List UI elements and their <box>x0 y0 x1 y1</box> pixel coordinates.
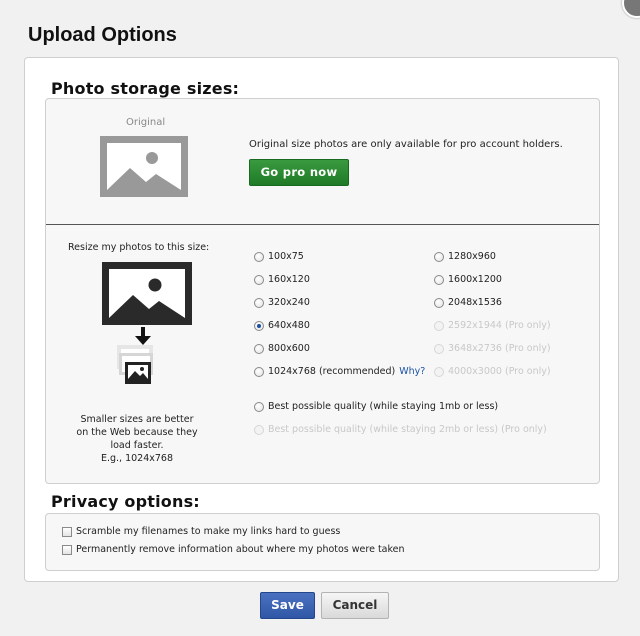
option-label: Scramble my filenames to make my links h… <box>76 526 341 537</box>
option-label: 3648x2736 (Pro only) <box>448 343 551 354</box>
radio-button[interactable] <box>434 274 444 285</box>
go-pro-button[interactable]: Go pro now <box>249 159 349 186</box>
options-panel: Photo storage sizes: Original Original s… <box>24 57 619 582</box>
resize-label: Resize my photos to this size: <box>68 242 210 253</box>
original-label: Original <box>126 117 166 128</box>
radio-button[interactable] <box>254 274 264 285</box>
arrow-down-icon <box>135 327 151 345</box>
save-button[interactable]: Save <box>260 592 315 619</box>
privacy-box: Scramble my filenames to make my links h… <box>45 513 600 571</box>
radio-button-selected[interactable] <box>254 320 264 331</box>
size-option-2592x1944: 2592x1944 (Pro only) <box>434 320 551 331</box>
size-option-3648x2736: 3648x2736 (Pro only) <box>434 343 551 354</box>
option-label: 4000x3000 (Pro only) <box>448 366 551 377</box>
large-photo-icon <box>102 262 192 325</box>
small-photo-stack-icon <box>117 345 153 384</box>
quality-option-1mb[interactable]: Best possible quality (while staying 1mb… <box>254 401 498 412</box>
option-label: 1024x768 (recommended) <box>268 366 396 377</box>
option-label: 640x480 <box>268 320 310 331</box>
original-info-text: Original size photos are only available … <box>249 139 563 150</box>
original-photo-icon <box>100 136 188 197</box>
checkbox[interactable] <box>62 544 72 555</box>
option-label: 160x120 <box>268 274 310 285</box>
option-label: 320x240 <box>268 297 310 308</box>
option-label: 2048x1536 <box>448 297 502 308</box>
option-label: 1600x1200 <box>448 274 502 285</box>
original-section: Original Original size photos are only a… <box>46 99 599 224</box>
checkbox[interactable] <box>62 526 72 537</box>
scramble-filenames-option[interactable]: Scramble my filenames to make my links h… <box>62 526 340 537</box>
cancel-button[interactable]: Cancel <box>321 592 389 619</box>
radio-button[interactable] <box>254 366 264 377</box>
radio-button[interactable] <box>434 251 444 262</box>
radio-button-disabled <box>434 343 444 354</box>
size-option-640x480[interactable]: 640x480 <box>254 320 310 331</box>
note-line: E.g., 1024x768 <box>100 453 174 464</box>
size-option-320x240[interactable]: 320x240 <box>254 297 310 308</box>
why-link[interactable]: Why? <box>399 366 425 377</box>
size-option-2048x1536[interactable]: 2048x1536 <box>434 297 502 308</box>
close-icon[interactable] <box>622 0 640 18</box>
size-option-100x75[interactable]: 100x75 <box>254 251 304 262</box>
smaller-sizes-note: Smaller sizes are better on the Web beca… <box>62 413 212 465</box>
size-option-1280x960[interactable]: 1280x960 <box>434 251 496 262</box>
resize-section: Resize my photos to this size: Smaller s… <box>46 225 599 483</box>
radio-button-disabled <box>434 366 444 377</box>
quality-option-2mb: Best possible quality (while staying 2mb… <box>254 424 547 435</box>
size-option-1024x768[interactable]: 1024x768 (recommended) Why? <box>254 366 425 377</box>
option-label: 1280x960 <box>448 251 496 262</box>
radio-button-disabled <box>434 320 444 331</box>
radio-button-disabled <box>254 424 264 435</box>
option-label: 2592x1944 (Pro only) <box>448 320 551 331</box>
radio-button[interactable] <box>254 297 264 308</box>
remove-location-option[interactable]: Permanently remove information about whe… <box>62 544 405 555</box>
note-line: Smaller sizes are better <box>80 414 194 425</box>
privacy-heading: Privacy options: <box>51 492 200 511</box>
option-label: Best possible quality (while staying 1mb… <box>268 401 499 412</box>
option-label: 100x75 <box>268 251 304 262</box>
radio-button[interactable] <box>434 297 444 308</box>
size-option-800x600[interactable]: 800x600 <box>254 343 310 354</box>
radio-button[interactable] <box>254 343 264 354</box>
option-label: Best possible quality (while staying 2mb… <box>268 424 547 435</box>
note-line: load faster. <box>110 440 164 451</box>
storage-heading: Photo storage sizes: <box>51 79 240 98</box>
note-line: on the Web because they <box>76 427 198 438</box>
size-option-160x120[interactable]: 160x120 <box>254 274 310 285</box>
option-label: Permanently remove information about whe… <box>76 544 405 555</box>
size-option-4000x3000: 4000x3000 (Pro only) <box>434 366 551 377</box>
size-option-1600x1200[interactable]: 1600x1200 <box>434 274 502 285</box>
storage-box: Original Original size photos are only a… <box>45 98 600 484</box>
radio-button[interactable] <box>254 401 264 412</box>
option-label: 800x600 <box>268 343 310 354</box>
radio-button[interactable] <box>254 251 264 262</box>
page-title: Upload Options <box>28 24 177 46</box>
